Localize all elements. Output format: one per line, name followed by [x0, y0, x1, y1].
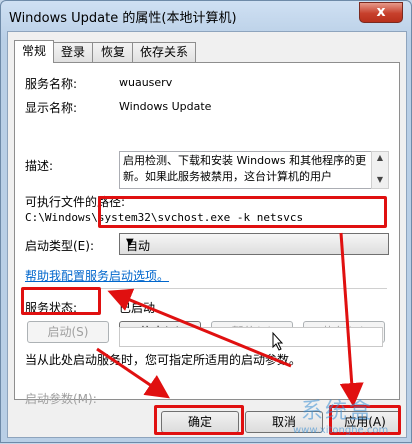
mouse-cursor-icon	[272, 331, 284, 351]
watermark-url: www.xitonghe.com	[293, 425, 389, 436]
tab-general[interactable]: 常规	[14, 40, 54, 63]
annotation-arrows	[96, 232, 364, 407]
watermark-logo: 系统盒	[301, 399, 374, 424]
arrow-to-apply	[339, 232, 364, 407]
arrow-to-ok	[96, 347, 170, 399]
arrow-to-start	[107, 288, 292, 368]
properties-window: Windows Update 的属性(本地计算机) x 常规 登录 恢复 依存关…	[0, 0, 412, 443]
